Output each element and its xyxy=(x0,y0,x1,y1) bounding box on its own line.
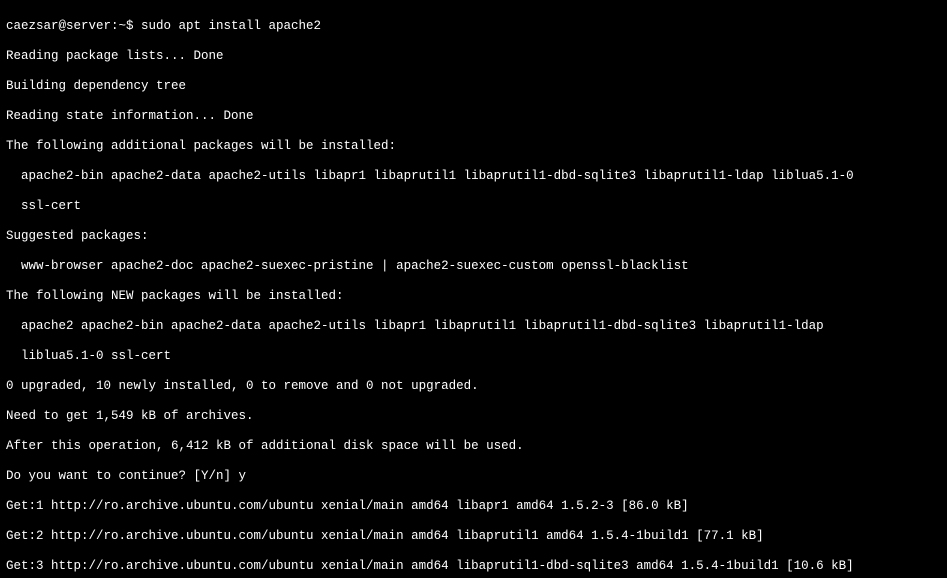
output-line: After this operation, 6,412 kB of additi… xyxy=(6,439,941,454)
output-line: The following NEW packages will be insta… xyxy=(6,289,941,304)
output-line: Reading state information... Done xyxy=(6,109,941,124)
output-line: apache2-bin apache2-data apache2-utils l… xyxy=(6,169,941,184)
output-line: Do you want to continue? [Y/n] y xyxy=(6,469,941,484)
output-line: Need to get 1,549 kB of archives. xyxy=(6,409,941,424)
shell-prompt-line: caezsar@server:~$ sudo apt install apach… xyxy=(6,19,941,34)
output-line: ssl-cert xyxy=(6,199,941,214)
output-line: www-browser apache2-doc apache2-suexec-p… xyxy=(6,259,941,274)
output-line: 0 upgraded, 10 newly installed, 0 to rem… xyxy=(6,379,941,394)
output-line: Get:1 http://ro.archive.ubuntu.com/ubunt… xyxy=(6,499,941,514)
output-line: liblua5.1-0 ssl-cert xyxy=(6,349,941,364)
output-line: Reading package lists... Done xyxy=(6,49,941,64)
output-line: The following additional packages will b… xyxy=(6,139,941,154)
output-line: Suggested packages: xyxy=(6,229,941,244)
output-line: Get:2 http://ro.archive.ubuntu.com/ubunt… xyxy=(6,529,941,544)
terminal-output[interactable]: caezsar@server:~$ sudo apt install apach… xyxy=(0,0,947,578)
output-line: apache2 apache2-bin apache2-data apache2… xyxy=(6,319,941,334)
output-line: Get:3 http://ro.archive.ubuntu.com/ubunt… xyxy=(6,559,941,574)
output-line: Building dependency tree xyxy=(6,79,941,94)
